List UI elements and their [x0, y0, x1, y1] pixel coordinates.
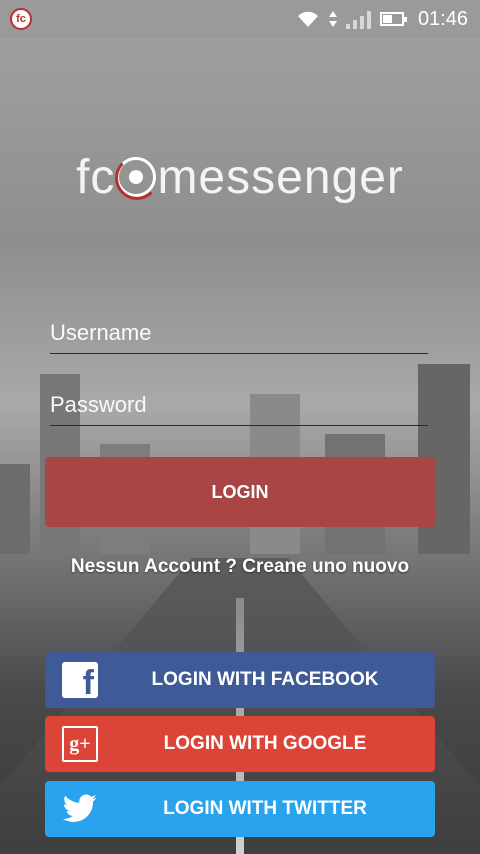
google-login-label: LOGIN WITH GOOGLE	[163, 733, 367, 754]
data-arrows-icon	[328, 11, 337, 27]
facebook-icon: f	[62, 662, 98, 700]
app-logo-icon: fc	[10, 8, 32, 30]
password-field-wrapper	[50, 385, 428, 427]
twitter-icon	[62, 791, 98, 827]
status-time: 01:46	[417, 7, 468, 30]
status-icons: 01:46	[296, 0, 468, 38]
login-button[interactable]: LOGIN	[45, 457, 435, 527]
google-plus-icon: g+	[62, 726, 98, 762]
google-login-button[interactable]: g+ LOGIN WITH GOOGLE	[45, 716, 435, 772]
password-input[interactable]	[50, 385, 428, 427]
logo-text-messenger: messenger	[157, 151, 404, 204]
username-input[interactable]	[50, 313, 428, 355]
building	[0, 464, 30, 554]
logo-o-icon	[115, 156, 160, 200]
twitter-login-label: LOGIN WITH TWITTER	[163, 798, 367, 819]
app-logo: fc messenger	[0, 150, 480, 205]
signal-icon	[345, 11, 371, 29]
facebook-login-label: LOGIN WITH FACEBOOK	[151, 669, 379, 690]
logo-text-fc: fc	[76, 151, 116, 204]
wifi-icon	[297, 11, 318, 27]
battery-icon	[379, 12, 407, 26]
status-bar: fc 01:46	[0, 0, 480, 38]
twitter-login-button[interactable]: LOGIN WITH TWITTER	[45, 781, 435, 837]
username-field-wrapper	[50, 313, 428, 355]
signup-link[interactable]: Nessun Account ? Creane uno nuovo	[0, 556, 480, 578]
facebook-login-button[interactable]: f LOGIN WITH FACEBOOK	[45, 652, 435, 708]
